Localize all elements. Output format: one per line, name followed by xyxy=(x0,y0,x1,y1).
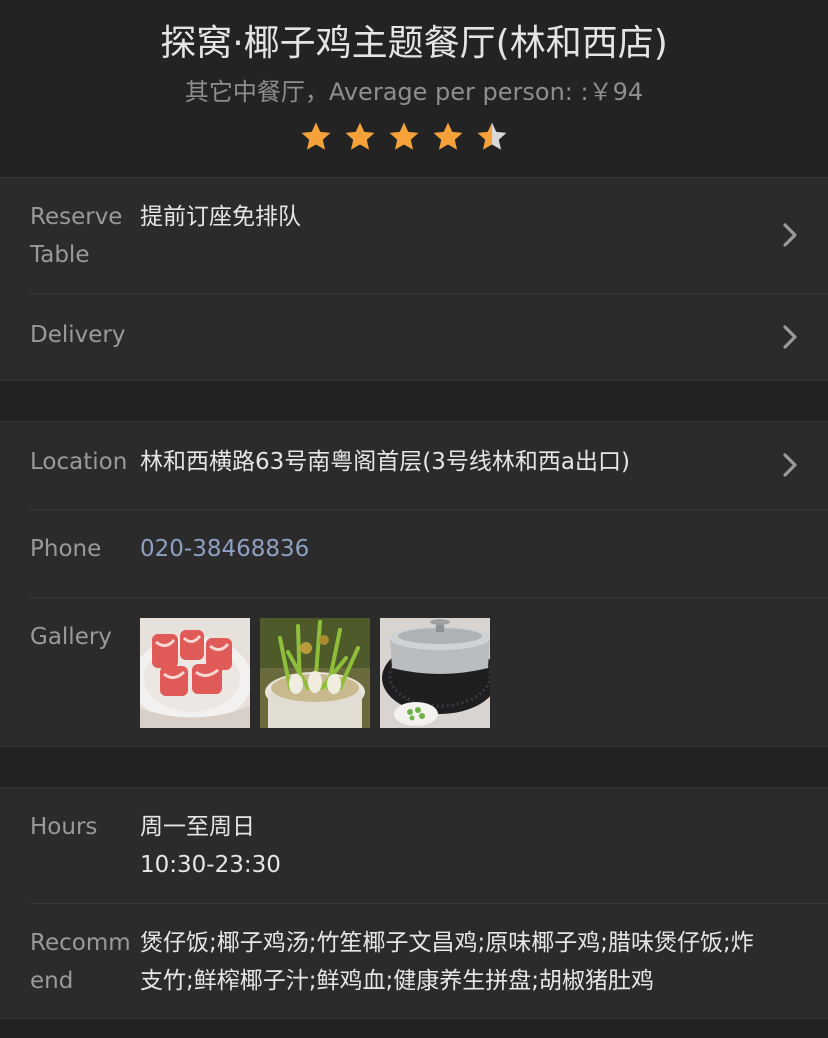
phone-number-link[interactable]: 020-38468836 xyxy=(140,530,770,568)
delivery-label: Delivery xyxy=(30,322,126,348)
chevron-right-icon xyxy=(783,223,797,247)
hours-time: 10:30-23:30 xyxy=(140,852,281,878)
gallery-photo-sliced-meat[interactable] xyxy=(140,618,250,728)
restaurant-header: 探窝·椰子鸡主题餐厅(林和西店) 其它中餐厅，Average per perso… xyxy=(0,0,828,177)
recommend-label: Recommend xyxy=(30,930,131,994)
hours-label: Hours xyxy=(30,814,98,840)
rating-stars xyxy=(299,120,509,156)
location-row[interactable]: Location 林和西横路63号南粤阁首层(3号线林和西a出口) xyxy=(0,422,828,509)
restaurant-subtitle: 其它中餐厅，Average per person: :￥94 xyxy=(184,78,644,106)
star-icon xyxy=(301,122,331,150)
reserve-table-value: 提前订座免排队 xyxy=(140,204,301,230)
half-star-icon xyxy=(477,122,507,150)
hours-row: Hours 周一至周日 10:30-23:30 xyxy=(0,788,828,903)
gallery-photo-steel-hotpot[interactable] xyxy=(380,618,490,728)
star-icon xyxy=(389,122,419,150)
reserve-table-row[interactable]: Reserve Table 提前订座免排队 xyxy=(0,178,828,293)
phone-label: Phone xyxy=(30,536,102,562)
star-icon xyxy=(345,122,375,150)
gallery-photo-coconut-pot[interactable] xyxy=(260,618,370,728)
chevron-right-icon xyxy=(783,325,797,349)
booking-section: Reserve Table 提前订座免排队 Delivery xyxy=(0,177,828,381)
recommend-value: 煲仔饭;椰子鸡汤;竹笙椰子文昌鸡;原味椰子鸡;腊味煲仔饭;炸支竹;鲜榨椰子汁;鲜… xyxy=(140,930,754,994)
hours-days: 周一至周日 xyxy=(140,814,255,840)
gallery-row: Gallery xyxy=(0,598,828,747)
location-value: 林和西横路63号南粤阁首层(3号线林和西a出口) xyxy=(140,449,630,475)
delivery-row[interactable]: Delivery xyxy=(0,294,828,381)
star-icon xyxy=(433,122,463,150)
location-label: Location xyxy=(30,449,128,475)
reserve-table-label: Reserve Table xyxy=(30,204,123,268)
restaurant-title: 探窝·椰子鸡主题餐厅(林和西店) xyxy=(160,23,668,64)
info-section: Location 林和西横路63号南粤阁首层(3号线林和西a出口) Phone … xyxy=(0,421,828,747)
chevron-right-icon xyxy=(783,453,797,477)
gallery-label: Gallery xyxy=(30,624,112,650)
phone-row[interactable]: Phone 020-38468836 xyxy=(0,510,828,597)
recommend-row: Recommend 煲仔饭;椰子鸡汤;竹笙椰子文昌鸡;原味椰子鸡;腊味煲仔饭;炸… xyxy=(0,904,828,1019)
details-section: Hours 周一至周日 10:30-23:30 Recommend 煲仔饭;椰子… xyxy=(0,787,828,1019)
